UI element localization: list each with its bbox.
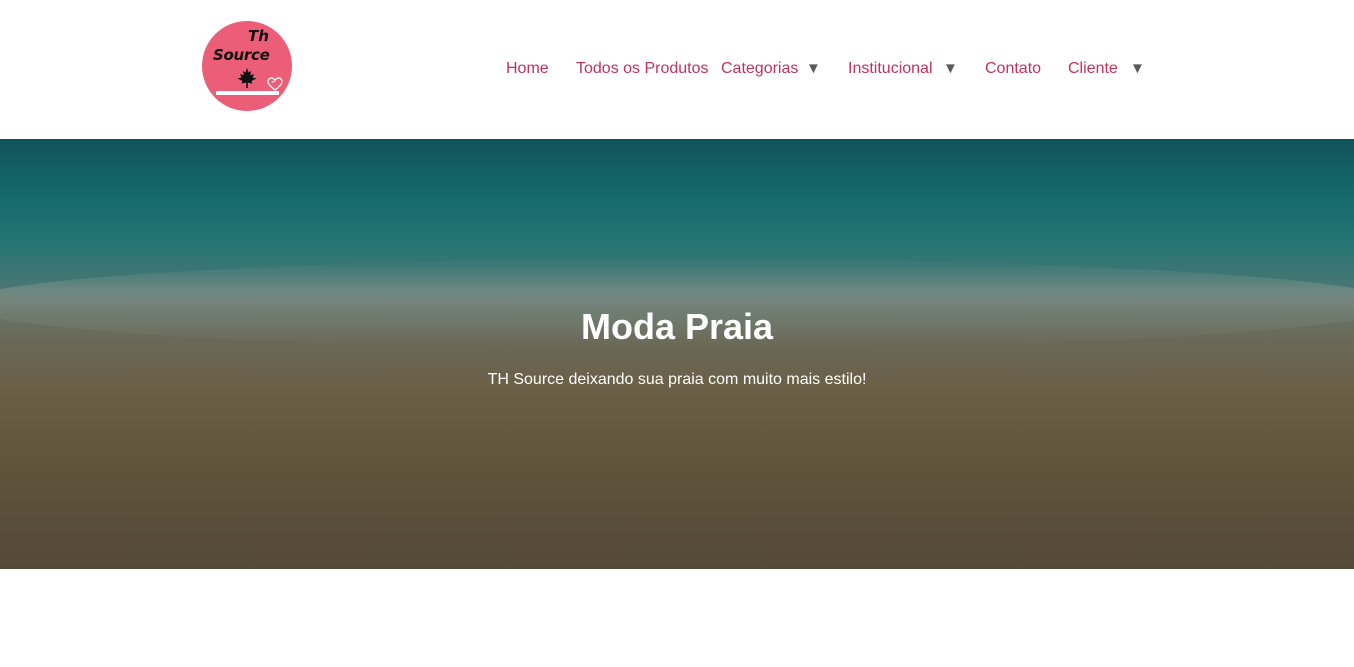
logo-text-th: Th	[248, 27, 269, 45]
hero-subtitle: TH Source deixando sua praia com muito m…	[487, 371, 867, 388]
content-area	[0, 569, 1354, 667]
categorias-dropdown-caret-icon[interactable]: ▼	[806, 59, 821, 79]
hero-title: Moda Praia	[580, 306, 774, 347]
cliente-dropdown-caret-icon[interactable]: ▼	[1130, 59, 1145, 79]
nav-item-cliente[interactable]: Cliente	[1068, 58, 1118, 80]
nav-item-contato[interactable]: Contato	[985, 58, 1041, 80]
main-nav: Home Todos os Produtos Categorias ▼ Inst…	[0, 58, 1354, 82]
logo-underline	[216, 91, 279, 95]
institucional-dropdown-caret-icon[interactable]: ▼	[943, 59, 958, 79]
nav-item-todos-os-produtos[interactable]: Todos os Produtos	[576, 58, 709, 80]
nav-item-categorias[interactable]: Categorias	[721, 58, 798, 80]
hero-banner: Moda Praia TH Source deixando sua praia …	[0, 139, 1354, 569]
site-header: Th Source Home Todos os Produtos Categor…	[0, 0, 1354, 139]
hero-overlay	[0, 139, 1354, 569]
nav-item-home[interactable]: Home	[506, 58, 549, 80]
nav-item-institucional[interactable]: Institucional	[848, 58, 933, 80]
